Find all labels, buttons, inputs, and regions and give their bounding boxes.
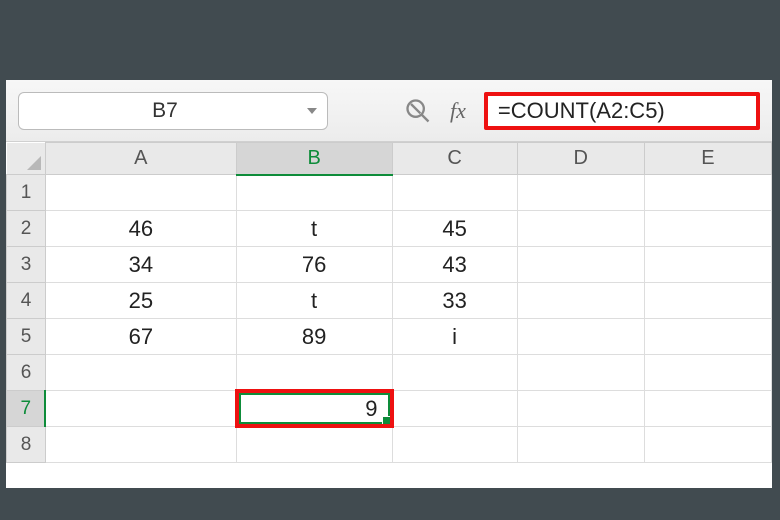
select-all-corner[interactable] [7,143,46,175]
cell-B2[interactable]: t [236,211,392,247]
cell-B6[interactable] [236,355,392,391]
cell-E8[interactable] [644,427,771,463]
spreadsheet-window: B7 fx =COUNT(A2:C5) ABCDE 1246t4533476 [6,80,772,488]
formula-text: =COUNT(A2:C5) [498,98,665,124]
row-header-3[interactable]: 3 [7,247,46,283]
fx-icon[interactable]: fx [450,98,466,124]
row-header-5[interactable]: 5 [7,319,46,355]
cell-A8[interactable] [45,427,236,463]
cell-B4[interactable]: t [236,283,392,319]
col-header-E[interactable]: E [644,143,771,175]
formula-toolbar: B7 fx =COUNT(A2:C5) [6,80,772,142]
row-header-7[interactable]: 7 [7,391,46,427]
col-header-C[interactable]: C [392,143,517,175]
cell-C2[interactable]: 45 [392,211,517,247]
cell-D2[interactable] [517,211,644,247]
cell-D5[interactable] [517,319,644,355]
chevron-down-icon[interactable] [307,108,317,114]
sheet-grid[interactable]: ABCDE 1246t453347643425t3356789i6798 [6,142,772,488]
row-header-8[interactable]: 8 [7,427,46,463]
cell-C5[interactable]: i [392,319,517,355]
cell-A2[interactable]: 46 [45,211,236,247]
cell-E4[interactable] [644,283,771,319]
cell-A3[interactable]: 34 [45,247,236,283]
cell-C3[interactable]: 43 [392,247,517,283]
name-box[interactable]: B7 [18,92,328,130]
cell-A5[interactable]: 67 [45,319,236,355]
row-header-1[interactable]: 1 [7,175,46,211]
cell-C8[interactable] [392,427,517,463]
cell-C7[interactable] [392,391,517,427]
formula-bar[interactable]: =COUNT(A2:C5) [484,92,760,130]
cell-D7[interactable] [517,391,644,427]
name-box-value: B7 [29,99,301,123]
active-cell-value: 9 [239,393,390,424]
cell-D1[interactable] [517,175,644,211]
cell-A4[interactable]: 25 [45,283,236,319]
cell-A7[interactable] [45,391,236,427]
cell-E3[interactable] [644,247,771,283]
cell-B5[interactable]: 89 [236,319,392,355]
zoom-icon[interactable] [404,97,432,125]
cell-D4[interactable] [517,283,644,319]
cell-E1[interactable] [644,175,771,211]
cell-B1[interactable] [236,175,392,211]
cell-C1[interactable] [392,175,517,211]
col-header-B[interactable]: B [236,143,392,175]
cell-B3[interactable]: 76 [236,247,392,283]
sheet-table: ABCDE 1246t453347643425t3356789i6798 [6,142,772,463]
col-header-D[interactable]: D [517,143,644,175]
row-header-4[interactable]: 4 [7,283,46,319]
cell-C6[interactable] [392,355,517,391]
cell-B8[interactable] [236,427,392,463]
row-header-6[interactable]: 6 [7,355,46,391]
cell-E5[interactable] [644,319,771,355]
col-header-A[interactable]: A [45,143,236,175]
cell-D3[interactable] [517,247,644,283]
row-header-2[interactable]: 2 [7,211,46,247]
cell-E7[interactable] [644,391,771,427]
cell-C4[interactable]: 33 [392,283,517,319]
cell-E2[interactable] [644,211,771,247]
cell-B7[interactable]: 9 [236,391,392,427]
cell-D6[interactable] [517,355,644,391]
cell-A1[interactable] [45,175,236,211]
cell-E6[interactable] [644,355,771,391]
cell-D8[interactable] [517,427,644,463]
cell-A6[interactable] [45,355,236,391]
